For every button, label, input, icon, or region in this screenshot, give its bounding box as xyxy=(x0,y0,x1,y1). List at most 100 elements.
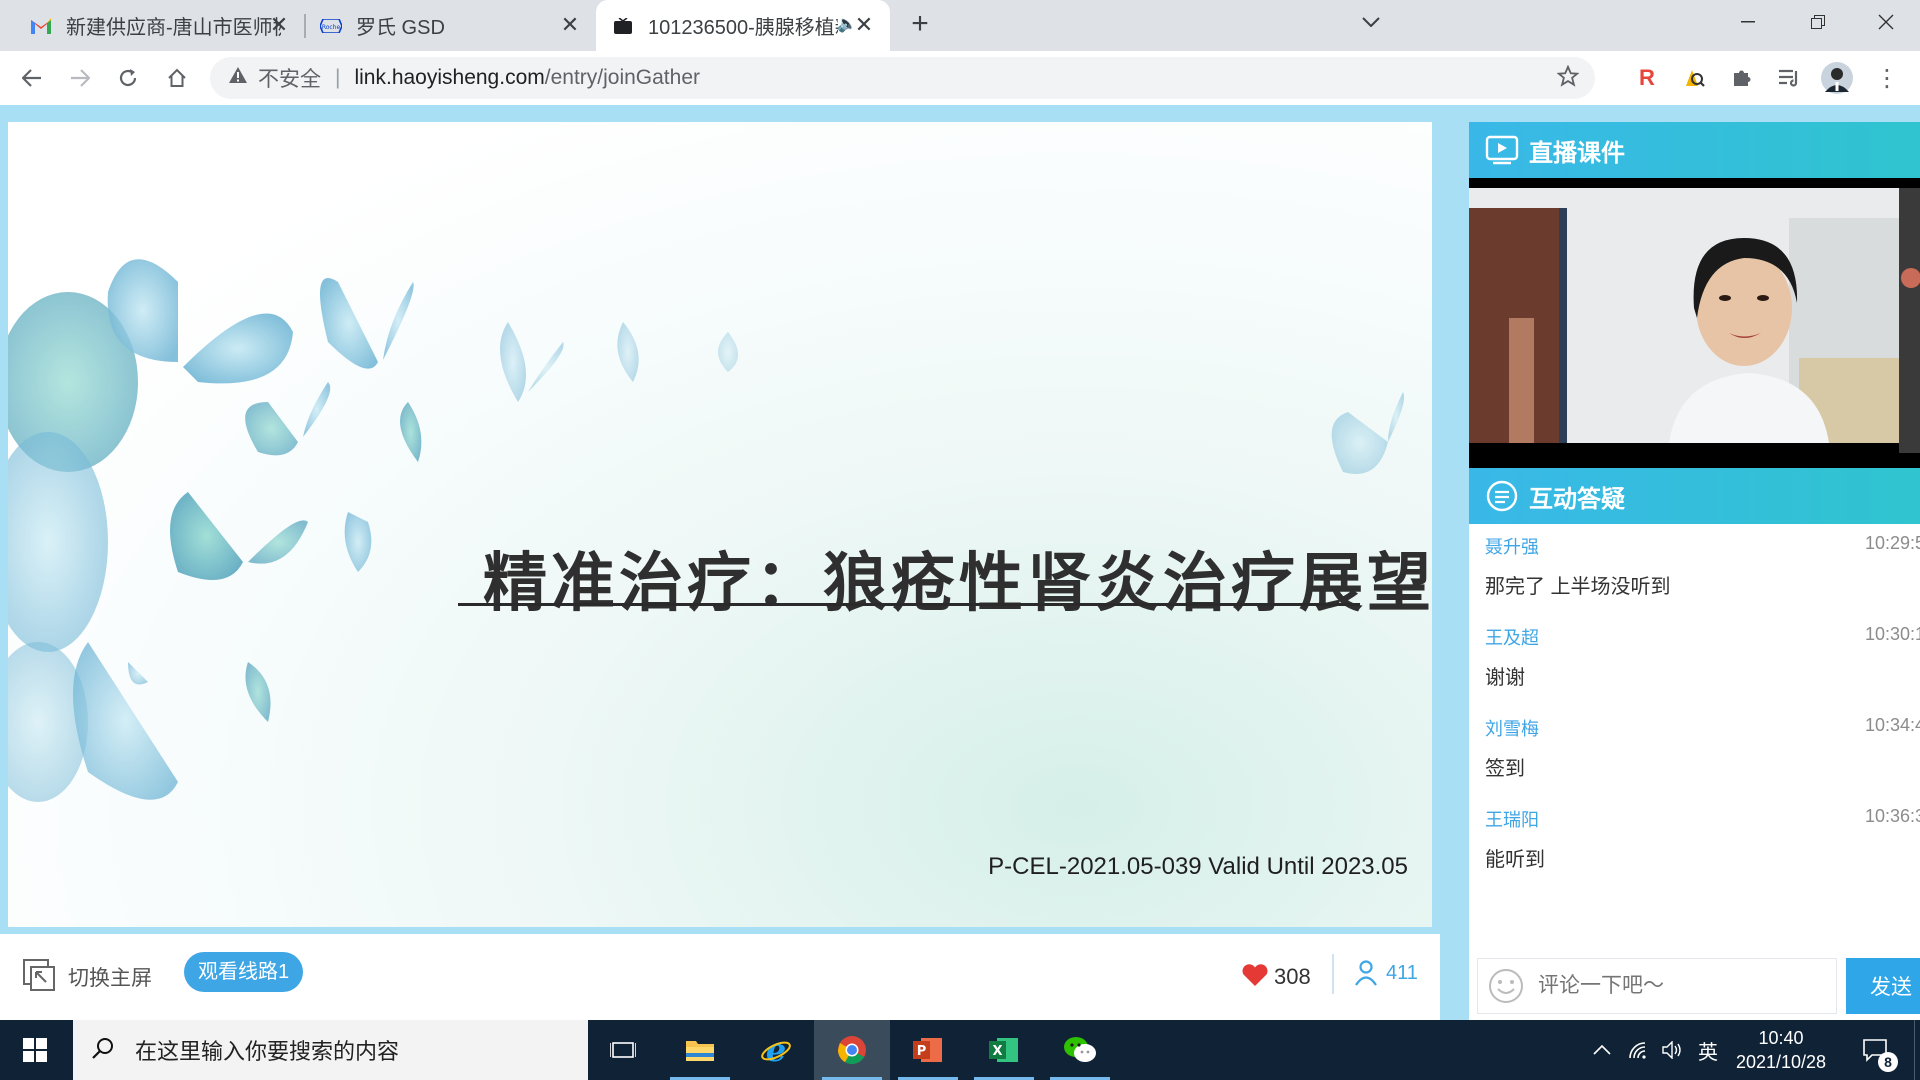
search-extension-icon[interactable] xyxy=(1677,61,1711,95)
tab-title: 罗氏 GSD xyxy=(356,17,445,39)
speaker-camera-feed xyxy=(1469,188,1920,453)
close-window-button[interactable] xyxy=(1858,0,1914,44)
start-windows-icon[interactable] xyxy=(0,1020,70,1080)
extension-r-icon[interactable]: R xyxy=(1630,61,1664,95)
divider xyxy=(1332,954,1334,994)
back-button[interactable] xyxy=(10,56,54,100)
address-bar[interactable]: 不安全 | link.haoyisheng.com/entry/joinGath… xyxy=(210,57,1595,99)
close-tab-icon[interactable]: ✕ xyxy=(852,13,876,37)
switch-screen-icon[interactable] xyxy=(22,958,56,992)
notification-center-icon[interactable]: 8 xyxy=(1850,1020,1900,1080)
svg-text:e: e xyxy=(766,1035,786,1065)
tab-title: 新建供应商-唐山市医师协会 - w xyxy=(66,17,281,39)
heart-icon[interactable] xyxy=(1241,963,1269,992)
home-button[interactable] xyxy=(155,56,199,100)
message-list[interactable]: 聂升强 10:29:5 那完了 上半场没听到 王及超 10:30:1 谢谢 刘雪… xyxy=(1469,524,1920,944)
sender-name: 刘雪梅 xyxy=(1485,719,1539,739)
sender-name: 聂升强 xyxy=(1485,537,1539,557)
message-text: 谢谢 xyxy=(1485,667,1525,689)
video-icon xyxy=(612,15,634,37)
speaker-video[interactable] xyxy=(1469,178,1920,468)
ie-icon[interactable]: e xyxy=(738,1020,814,1080)
chrome-icon[interactable] xyxy=(814,1020,890,1080)
qa-title: 互动答疑 xyxy=(1529,485,1625,513)
qa-header: 互动答疑 xyxy=(1469,468,1920,524)
courseware-title: 直播课件 xyxy=(1529,139,1625,167)
tab-gmail[interactable]: 新建供应商-唐山市医师协会 - w ✕ xyxy=(0,0,305,51)
message-text: 那完了 上半场没听到 xyxy=(1485,576,1671,598)
comment-box[interactable] xyxy=(1477,958,1837,1014)
message-time: 10:29:5 xyxy=(1865,533,1920,553)
show-desktop-button[interactable] xyxy=(1914,1020,1920,1080)
reading-list-icon[interactable] xyxy=(1772,61,1806,95)
divider: | xyxy=(335,66,341,89)
browser-tab-strip: 新建供应商-唐山市医师协会 - w ✕ Roche 罗氏 GSD ✕ 10123… xyxy=(0,0,1920,51)
play-screen-icon xyxy=(1485,133,1519,167)
slide-viewer: 精准治疗：狼疮性肾炎治疗展望 P-CEL-2021.05-039 Valid U… xyxy=(8,122,1432,927)
tray-chevron-up-icon[interactable] xyxy=(1585,1020,1619,1080)
bookmark-star-icon[interactable] xyxy=(1556,64,1580,93)
profile-avatar[interactable] xyxy=(1820,61,1854,95)
tab-title: 101236500-胰腺移植新进展 xyxy=(648,17,838,39)
url-host: link.haoyisheng.com xyxy=(354,66,545,89)
title-underline xyxy=(458,603,1360,606)
tab-roche[interactable]: Roche 罗氏 GSD ✕ xyxy=(306,0,596,51)
svg-text:X: X xyxy=(992,1044,1002,1059)
warning-icon[interactable] xyxy=(228,66,250,90)
security-label[interactable]: 不安全 xyxy=(258,63,321,93)
close-tab-icon[interactable]: ✕ xyxy=(558,13,582,37)
gmail-icon xyxy=(30,15,52,37)
courseware-header: 直播课件 xyxy=(1469,122,1920,178)
clock-date: 2021/10/28 xyxy=(1735,1052,1827,1072)
close-tab-icon[interactable]: ✕ xyxy=(267,13,291,37)
browser-toolbar: 不安全 | link.haoyisheng.com/entry/joinGath… xyxy=(0,51,1920,105)
player-controls-bar: 切换主屏 观看线路1 308 411 xyxy=(0,934,1440,1020)
forward-button[interactable] xyxy=(58,56,102,100)
user-icon xyxy=(1354,960,1378,991)
roche-icon: Roche xyxy=(320,15,342,37)
volume-icon[interactable] xyxy=(1656,1020,1690,1080)
message-time: 10:30:1 xyxy=(1865,624,1920,644)
reload-button[interactable] xyxy=(106,56,150,100)
notification-count-badge: 8 xyxy=(1878,1052,1898,1072)
message-text: 签到 xyxy=(1485,758,1525,780)
sender-name: 王及超 xyxy=(1485,628,1539,648)
clock[interactable]: 10:40 2021/10/28 xyxy=(1726,1020,1836,1080)
svg-text:Roche: Roche xyxy=(322,24,341,31)
message-text: 能听到 xyxy=(1485,849,1545,871)
send-button[interactable]: 发送 xyxy=(1846,958,1920,1014)
side-panel: 直播课件 互动答疑 聂升强 10:29:5 那完了 上半场没听到 王及超 10:… xyxy=(1469,122,1920,1020)
sender-name: 王瑞阳 xyxy=(1485,810,1539,830)
ime-indicator[interactable]: 英 xyxy=(1693,1020,1723,1080)
tab-search-chevron-icon[interactable] xyxy=(1343,0,1399,44)
emoji-icon[interactable] xyxy=(1488,968,1524,1004)
viewer-count: 411 xyxy=(1386,962,1418,984)
comment-input[interactable] xyxy=(1538,974,1828,998)
chat-bubble-icon xyxy=(1485,479,1519,513)
file-explorer-icon[interactable] xyxy=(662,1020,738,1080)
wechat-icon[interactable] xyxy=(1042,1020,1118,1080)
search-placeholder: 在这里输入你要搜索的内容 xyxy=(135,1039,400,1064)
extensions-puzzle-icon[interactable] xyxy=(1725,61,1759,95)
page-content: 精准治疗：狼疮性肾炎治疗展望 P-CEL-2021.05-039 Valid U… xyxy=(0,105,1920,1020)
switch-main-screen-button[interactable]: 切换主屏 xyxy=(68,962,152,992)
new-tab-button[interactable]: + xyxy=(902,6,938,42)
taskbar-search[interactable]: 在这里输入你要搜索的内容 xyxy=(73,1020,588,1080)
windows-taskbar: 在这里输入你要搜索的内容 e P X 英 10:40 2021/10/28 8 xyxy=(0,1020,1920,1080)
powerpoint-icon[interactable]: P xyxy=(890,1020,966,1080)
slide-approval-code: P-CEL-2021.05-039 Valid Until 2023.05 xyxy=(988,853,1408,880)
task-view-icon[interactable] xyxy=(585,1020,661,1080)
minimize-button[interactable] xyxy=(1720,0,1776,44)
excel-icon[interactable]: X xyxy=(966,1020,1042,1080)
tab-live-course[interactable]: 101236500-胰腺移植新进展 🔈 ✕ xyxy=(596,0,890,51)
network-icon[interactable] xyxy=(1622,1020,1656,1080)
message-time: 10:36:3 xyxy=(1865,806,1920,826)
search-icon xyxy=(91,1036,119,1065)
route-1-button[interactable]: 观看线路1 xyxy=(184,952,304,992)
restore-button[interactable] xyxy=(1790,0,1846,44)
clock-time: 10:40 xyxy=(1758,1028,1804,1048)
menu-kebab-icon[interactable]: ⋮ xyxy=(1870,61,1904,95)
slide-title: 精准治疗：狼疮性肾炎治疗展望 xyxy=(483,547,1432,621)
svg-text:P: P xyxy=(917,1044,927,1059)
like-count: 308 xyxy=(1274,964,1311,989)
